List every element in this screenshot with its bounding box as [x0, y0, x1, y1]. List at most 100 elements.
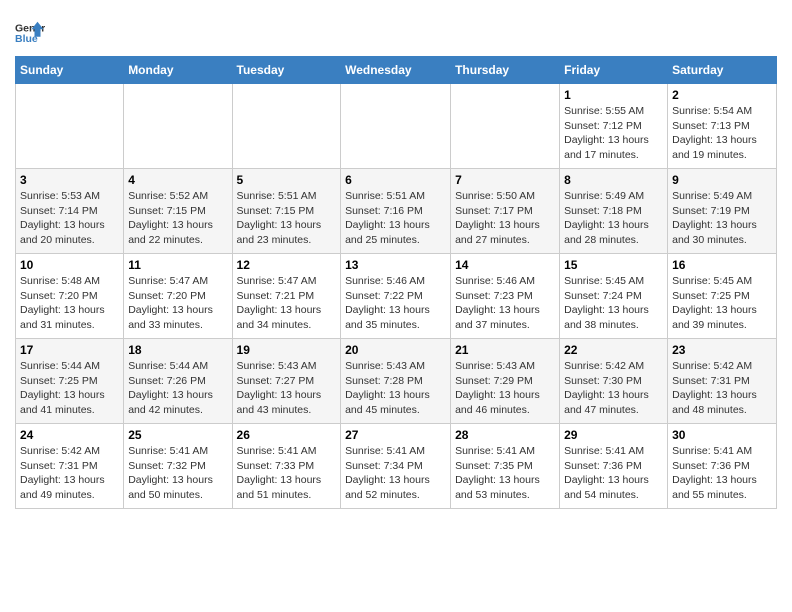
calendar-cell: 9 Sunrise: 5:49 AMSunset: 7:19 PMDaylight…	[668, 169, 777, 254]
day-number: 13	[345, 258, 446, 272]
day-info: Sunrise: 5:47 AMSunset: 7:20 PMDaylight:…	[128, 274, 227, 333]
day-number: 2	[672, 88, 772, 102]
calendar-cell: 21 Sunrise: 5:43 AMSunset: 7:29 PMDayligh…	[451, 339, 560, 424]
calendar-cell	[16, 84, 124, 169]
calendar-cell: 18 Sunrise: 5:44 AMSunset: 7:26 PMDayligh…	[124, 339, 232, 424]
day-info: Sunrise: 5:41 AMSunset: 7:33 PMDaylight:…	[237, 444, 337, 503]
day-number: 23	[672, 343, 772, 357]
day-info: Sunrise: 5:41 AMSunset: 7:35 PMDaylight:…	[455, 444, 555, 503]
calendar-cell: 19Sunrise: 5:43 AMSunset: 7:27 PMDayligh…	[232, 339, 341, 424]
day-number: 21	[455, 343, 555, 357]
calendar-cell: 2 Sunrise: 5:54 AMSunset: 7:13 PMDaylight…	[668, 84, 777, 169]
day-info: Sunrise: 5:42 AMSunset: 7:31 PMDaylight:…	[672, 359, 772, 418]
day-number: 11	[128, 258, 227, 272]
calendar-table: SundayMondayTuesdayWednesdayThursdayFrid…	[15, 56, 777, 509]
calendar-cell: 27 Sunrise: 5:41 AMSunset: 7:34 PMDayligh…	[341, 424, 451, 509]
day-number: 25	[128, 428, 227, 442]
logo: General Blue	[15, 18, 49, 48]
day-number: 27	[345, 428, 446, 442]
day-number: 17	[20, 343, 119, 357]
day-info: Sunrise: 5:51 AMSunset: 7:16 PMDaylight:…	[345, 189, 446, 248]
day-info: Sunrise: 5:51 AMSunset: 7:15 PMDaylight:…	[237, 189, 337, 248]
day-info: Sunrise: 5:42 AMSunset: 7:30 PMDaylight:…	[564, 359, 663, 418]
calendar-cell: 17 Sunrise: 5:44 AMSunset: 7:25 PMDayligh…	[16, 339, 124, 424]
calendar-cell: 7 Sunrise: 5:50 AMSunset: 7:17 PMDaylight…	[451, 169, 560, 254]
calendar-cell: 1 Sunrise: 5:55 AMSunset: 7:12 PMDaylight…	[560, 84, 668, 169]
calendar-cell: 16 Sunrise: 5:45 AMSunset: 7:25 PMDayligh…	[668, 254, 777, 339]
header: General Blue	[15, 10, 777, 48]
day-number: 5	[237, 173, 337, 187]
day-number: 7	[455, 173, 555, 187]
calendar-cell	[232, 84, 341, 169]
day-header-monday: Monday	[124, 57, 232, 84]
day-info: Sunrise: 5:49 AMSunset: 7:18 PMDaylight:…	[564, 189, 663, 248]
day-header-wednesday: Wednesday	[341, 57, 451, 84]
day-info: Sunrise: 5:44 AMSunset: 7:26 PMDaylight:…	[128, 359, 227, 418]
calendar-cell: 8 Sunrise: 5:49 AMSunset: 7:18 PMDaylight…	[560, 169, 668, 254]
day-info: Sunrise: 5:50 AMSunset: 7:17 PMDaylight:…	[455, 189, 555, 248]
svg-text:Blue: Blue	[15, 33, 38, 45]
day-info: Sunrise: 5:44 AMSunset: 7:25 PMDaylight:…	[20, 359, 119, 418]
day-number: 6	[345, 173, 446, 187]
day-info: Sunrise: 5:41 AMSunset: 7:32 PMDaylight:…	[128, 444, 227, 503]
calendar-cell: 12 Sunrise: 5:47 AMSunset: 7:21 PMDayligh…	[232, 254, 341, 339]
day-info: Sunrise: 5:41 AMSunset: 7:34 PMDaylight:…	[345, 444, 446, 503]
week-row-4: 17 Sunrise: 5:44 AMSunset: 7:25 PMDayligh…	[16, 339, 777, 424]
day-info: Sunrise: 5:43 AMSunset: 7:29 PMDaylight:…	[455, 359, 555, 418]
day-info: Sunrise: 5:54 AMSunset: 7:13 PMDaylight:…	[672, 104, 772, 163]
calendar-cell: 29Sunrise: 5:41 AMSunset: 7:36 PMDayligh…	[560, 424, 668, 509]
day-header-sunday: Sunday	[16, 57, 124, 84]
header-row: SundayMondayTuesdayWednesdayThursdayFrid…	[16, 57, 777, 84]
day-number: 14	[455, 258, 555, 272]
calendar-cell: 23 Sunrise: 5:42 AMSunset: 7:31 PMDayligh…	[668, 339, 777, 424]
day-info: Sunrise: 5:48 AMSunset: 7:20 PMDaylight:…	[20, 274, 119, 333]
calendar-cell: 5 Sunrise: 5:51 AMSunset: 7:15 PMDaylight…	[232, 169, 341, 254]
calendar-cell: 20 Sunrise: 5:43 AMSunset: 7:28 PMDayligh…	[341, 339, 451, 424]
day-number: 1	[564, 88, 663, 102]
calendar-cell: 14 Sunrise: 5:46 AMSunset: 7:23 PMDayligh…	[451, 254, 560, 339]
day-number: 12	[237, 258, 337, 272]
day-header-thursday: Thursday	[451, 57, 560, 84]
day-number: 3	[20, 173, 119, 187]
week-row-1: 1 Sunrise: 5:55 AMSunset: 7:12 PMDaylight…	[16, 84, 777, 169]
day-info: Sunrise: 5:43 AMSunset: 7:28 PMDaylight:…	[345, 359, 446, 418]
day-number: 4	[128, 173, 227, 187]
day-header-tuesday: Tuesday	[232, 57, 341, 84]
calendar-cell: 6 Sunrise: 5:51 AMSunset: 7:16 PMDaylight…	[341, 169, 451, 254]
day-number: 16	[672, 258, 772, 272]
calendar-cell: 28Sunrise: 5:41 AMSunset: 7:35 PMDayligh…	[451, 424, 560, 509]
calendar-cell: 22 Sunrise: 5:42 AMSunset: 7:30 PMDayligh…	[560, 339, 668, 424]
calendar-cell: 11 Sunrise: 5:47 AMSunset: 7:20 PMDayligh…	[124, 254, 232, 339]
day-number: 22	[564, 343, 663, 357]
day-info: Sunrise: 5:41 AMSunset: 7:36 PMDaylight:…	[672, 444, 772, 503]
day-info: Sunrise: 5:45 AMSunset: 7:25 PMDaylight:…	[672, 274, 772, 333]
day-info: Sunrise: 5:47 AMSunset: 7:21 PMDaylight:…	[237, 274, 337, 333]
calendar-cell: 24 Sunrise: 5:42 AMSunset: 7:31 PMDayligh…	[16, 424, 124, 509]
day-number: 10	[20, 258, 119, 272]
day-number: 20	[345, 343, 446, 357]
day-info: Sunrise: 5:41 AMSunset: 7:36 PMDaylight:…	[564, 444, 663, 503]
day-number: 9	[672, 173, 772, 187]
week-row-5: 24 Sunrise: 5:42 AMSunset: 7:31 PMDayligh…	[16, 424, 777, 509]
day-info: Sunrise: 5:53 AMSunset: 7:14 PMDaylight:…	[20, 189, 119, 248]
calendar-cell	[341, 84, 451, 169]
calendar-cell: 3 Sunrise: 5:53 AMSunset: 7:14 PMDaylight…	[16, 169, 124, 254]
day-number: 18	[128, 343, 227, 357]
day-number: 24	[20, 428, 119, 442]
calendar-cell	[451, 84, 560, 169]
calendar-cell: 26 Sunrise: 5:41 AMSunset: 7:33 PMDayligh…	[232, 424, 341, 509]
calendar-cell: 15Sunrise: 5:45 AMSunset: 7:24 PMDayligh…	[560, 254, 668, 339]
day-info: Sunrise: 5:42 AMSunset: 7:31 PMDaylight:…	[20, 444, 119, 503]
calendar-cell: 25 Sunrise: 5:41 AMSunset: 7:32 PMDayligh…	[124, 424, 232, 509]
day-header-saturday: Saturday	[668, 57, 777, 84]
calendar-cell	[124, 84, 232, 169]
day-info: Sunrise: 5:46 AMSunset: 7:23 PMDaylight:…	[455, 274, 555, 333]
day-number: 8	[564, 173, 663, 187]
week-row-3: 10 Sunrise: 5:48 AMSunset: 7:20 PMDayligh…	[16, 254, 777, 339]
day-info: Sunrise: 5:52 AMSunset: 7:15 PMDaylight:…	[128, 189, 227, 248]
day-number: 26	[237, 428, 337, 442]
day-info: Sunrise: 5:49 AMSunset: 7:19 PMDaylight:…	[672, 189, 772, 248]
day-info: Sunrise: 5:55 AMSunset: 7:12 PMDaylight:…	[564, 104, 663, 163]
day-info: Sunrise: 5:45 AMSunset: 7:24 PMDaylight:…	[564, 274, 663, 333]
day-info: Sunrise: 5:46 AMSunset: 7:22 PMDaylight:…	[345, 274, 446, 333]
